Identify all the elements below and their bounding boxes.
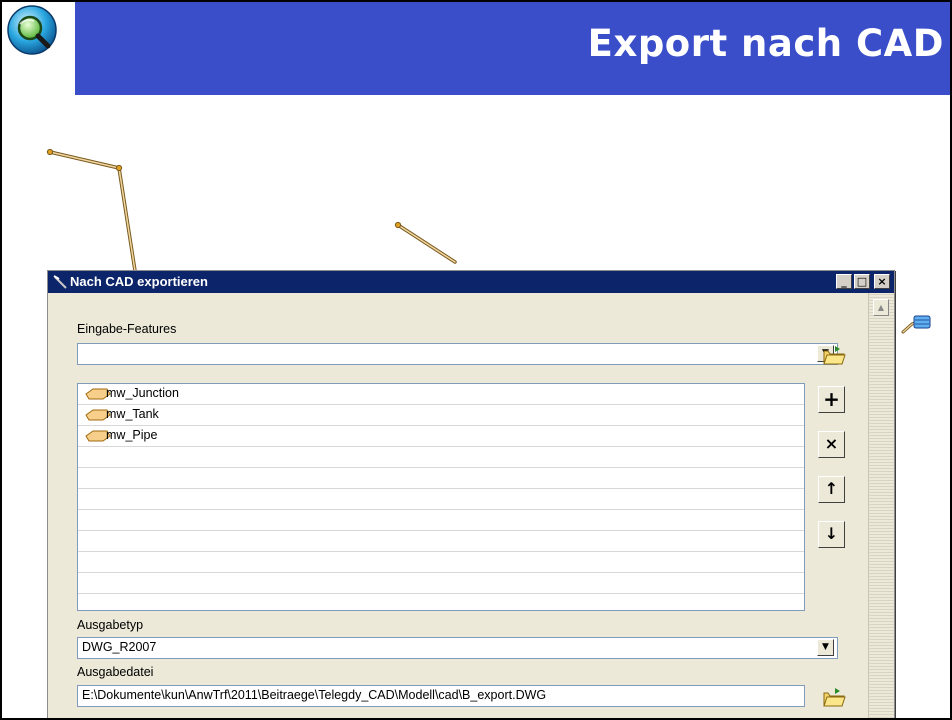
vertical-scrollbar[interactable]: [868, 293, 894, 720]
dialog-titlebar[interactable]: Nach CAD exportieren _ □ ×: [48, 271, 894, 293]
empty-row: [78, 510, 804, 531]
add-button[interactable]: +: [818, 386, 845, 413]
minimize-button[interactable]: _: [836, 274, 852, 289]
dialog-title: Nach CAD exportieren: [70, 274, 208, 289]
list-item[interactable]: mw_Pipe: [78, 426, 804, 447]
open-folder-icon[interactable]: [821, 685, 847, 709]
empty-row: [78, 573, 804, 594]
list-item-label: mw_Pipe: [106, 428, 158, 442]
output-type-select[interactable]: DWG_R2007 ▼: [77, 637, 838, 659]
list-item[interactable]: mw_Junction: [78, 384, 804, 405]
junction-node: [115, 164, 123, 172]
title-band: Export nach CAD: [75, 0, 952, 95]
feature-list[interactable]: mw_Junction mw_Tank mw_Pipe: [77, 383, 805, 611]
close-button[interactable]: ×: [874, 274, 890, 289]
export-to-cad-dialog: Nach CAD exportieren _ □ × ▲ Eingabe-Fea…: [47, 270, 895, 720]
empty-row: [78, 447, 804, 468]
junction-node: [394, 221, 402, 229]
slide-title: Export nach CAD: [587, 22, 944, 65]
empty-row: [78, 468, 804, 489]
tank-symbol: [913, 315, 931, 329]
output-file-label: Ausgabedatei: [77, 665, 154, 679]
dropdown-arrow-icon[interactable]: ▼: [817, 639, 834, 656]
tool-hammer-icon: [53, 275, 67, 289]
move-up-button[interactable]: ↑: [818, 476, 845, 503]
empty-row: [78, 489, 804, 510]
output-type-label: Ausgabetyp: [77, 618, 144, 632]
input-features-label: Eingabe-Features: [77, 322, 177, 336]
open-folder-icon[interactable]: [821, 343, 847, 367]
slide: Export nach CAD Nach CAD exportieren _ □…: [0, 0, 952, 720]
magnifier-globe-icon: [7, 5, 57, 55]
empty-row: [78, 594, 804, 610]
maximize-button[interactable]: □: [854, 274, 870, 289]
input-features-combo[interactable]: ▼: [77, 343, 838, 365]
list-item-label: mw_Junction: [106, 386, 179, 400]
junction-node: [46, 148, 54, 156]
remove-button[interactable]: ×: [818, 431, 845, 458]
output-type-value: DWG_R2007: [82, 640, 157, 654]
move-down-button[interactable]: ↓: [818, 521, 845, 548]
output-file-input[interactable]: E:\Dokumente\kun\AnwTrf\2011\Beitraege\T…: [77, 685, 805, 707]
list-item[interactable]: mw_Tank: [78, 405, 804, 426]
empty-row: [78, 531, 804, 552]
list-item-label: mw_Tank: [106, 407, 159, 421]
scroll-up-arrow-icon[interactable]: ▲: [873, 299, 889, 316]
empty-row: [78, 552, 804, 573]
